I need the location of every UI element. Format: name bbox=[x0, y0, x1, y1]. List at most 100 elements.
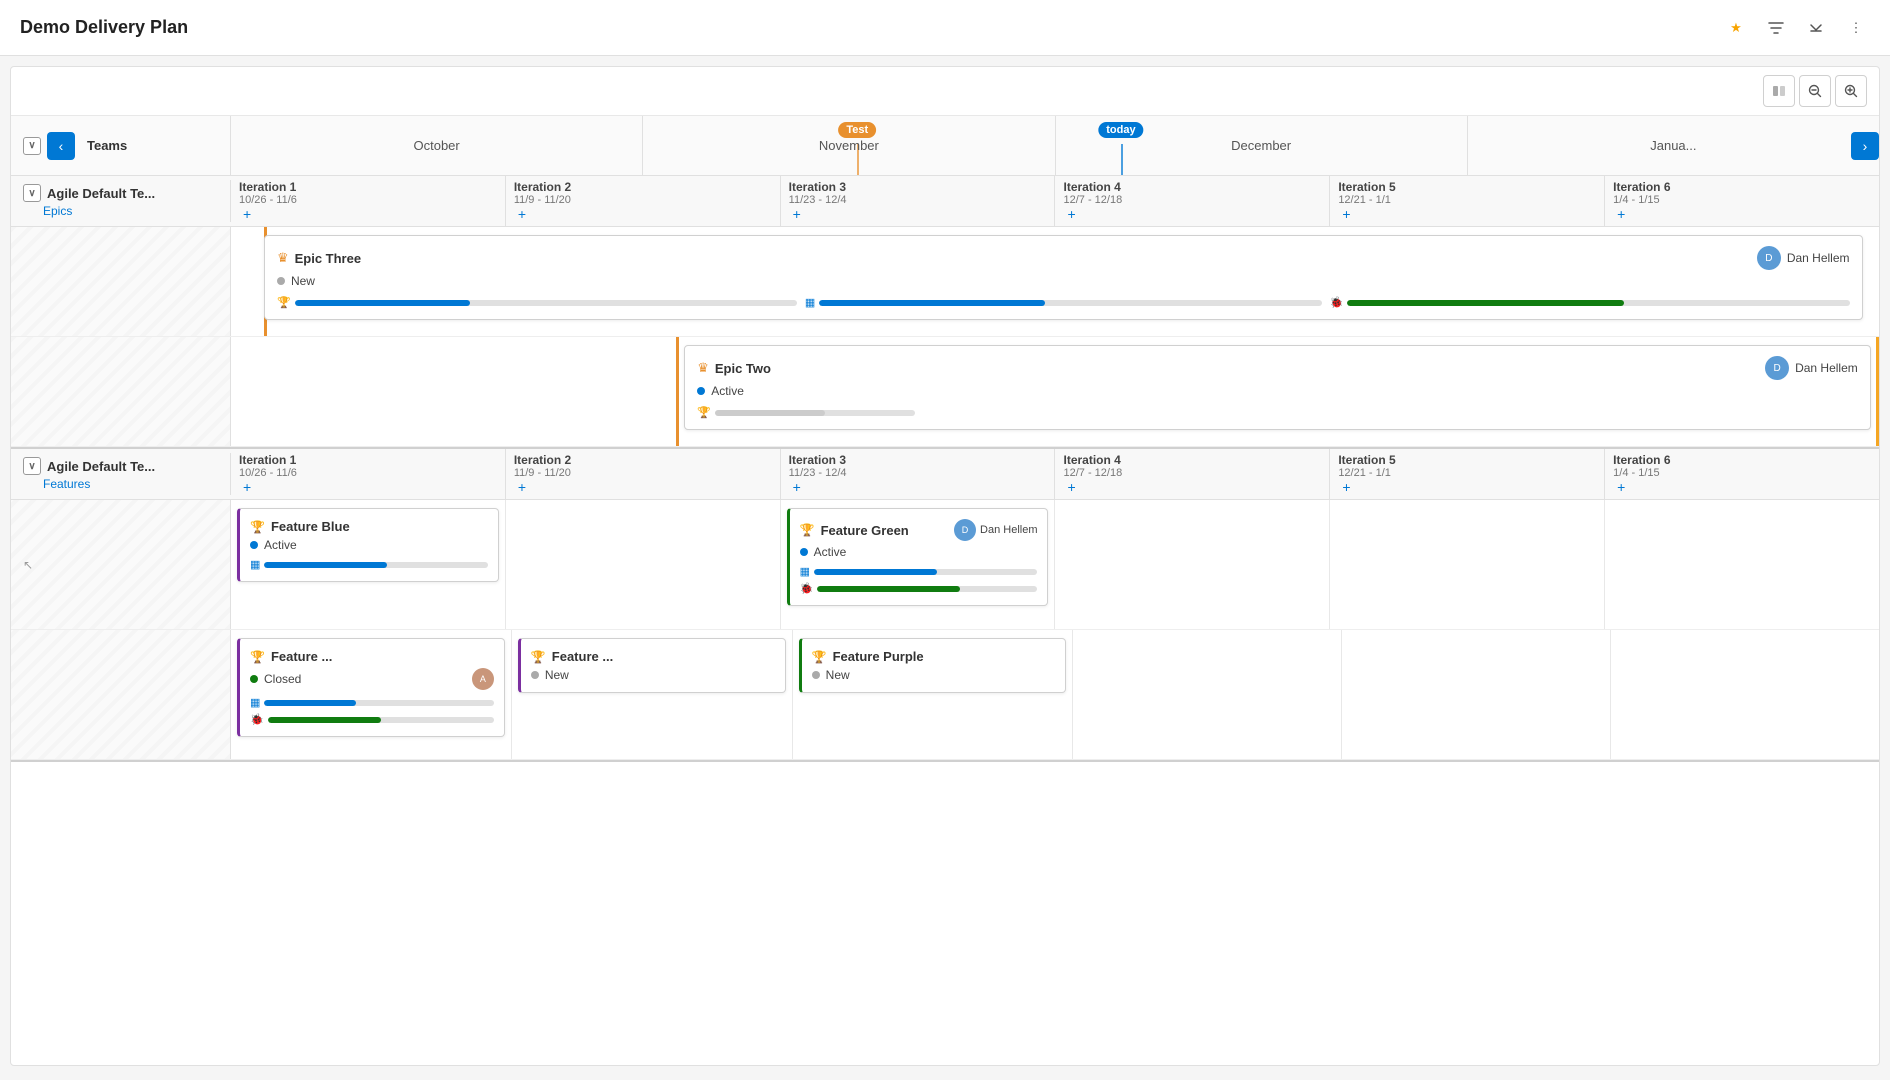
feature-blue-status-dot bbox=[250, 541, 258, 549]
cursor-indicator: ↖ bbox=[11, 558, 33, 572]
epic-two-bar-fill bbox=[715, 410, 825, 416]
month-january: Janua... bbox=[1468, 116, 1879, 175]
team2-iter6-add[interactable]: + bbox=[1617, 479, 1625, 495]
filter-icon[interactable] bbox=[1762, 14, 1790, 42]
epic-three-left bbox=[11, 227, 231, 336]
team2-iter4-add[interactable]: + bbox=[1067, 479, 1075, 495]
epic-three-avatar: D bbox=[1757, 246, 1781, 270]
teams-label: Teams bbox=[87, 138, 127, 153]
team2-iter5-add[interactable]: + bbox=[1342, 479, 1350, 495]
more-icon[interactable]: ⋮ bbox=[1842, 14, 1870, 42]
epic-three-card[interactable]: ♛ Epic Three D Dan Hellem New bbox=[264, 235, 1863, 320]
feature-blue-bars: ▦ bbox=[250, 558, 488, 571]
plan-body: ∨ ‹ Teams Test today October November bbox=[11, 116, 1879, 1062]
zoom-in-button[interactable] bbox=[1835, 75, 1867, 107]
team-section-features: ∨ Agile Default Te... Features Iteration… bbox=[11, 449, 1879, 762]
zoom-out-button[interactable] bbox=[1799, 75, 1831, 107]
feature-green-col: 🏆 Feature Green D Dan Hellem bbox=[781, 500, 1056, 629]
team1-iter2-add[interactable]: + bbox=[518, 206, 526, 222]
epic-two-card[interactable]: ♛ Epic Two D Dan Hellem Active bbox=[684, 345, 1871, 430]
feature-closed-bar-fill2 bbox=[268, 717, 381, 723]
feature-closed-bar-track2 bbox=[268, 717, 494, 723]
teams-collapse-button[interactable]: ∨ bbox=[23, 137, 41, 155]
content-area: ∨ Agile Default Te... Epics Iteration 1 … bbox=[11, 176, 1879, 1062]
team1-iter3-add[interactable]: + bbox=[793, 206, 801, 222]
feature-blue-card[interactable]: 🏆 Feature Blue Active ▦ bbox=[237, 508, 499, 582]
feature-blue-active-col bbox=[506, 500, 781, 629]
team1-iterations-row: Iteration 1 10/26 - 11/6 + Iteration 2 1… bbox=[231, 176, 1879, 226]
epic-three-status: New bbox=[291, 274, 315, 288]
features-row1-iter6-col bbox=[1605, 500, 1879, 629]
team1-iter4-add[interactable]: + bbox=[1067, 206, 1075, 222]
feature-green-assignee: Dan Hellem bbox=[980, 524, 1037, 536]
star-icon[interactable]: ★ bbox=[1722, 14, 1750, 42]
feature-closed-bug-icon: 🐞 bbox=[250, 713, 264, 726]
epic-two-bar-track bbox=[715, 410, 915, 416]
team2-iter5: Iteration 5 12/21 - 1/1 + bbox=[1330, 449, 1605, 499]
team2-collapse-button[interactable]: ∨ bbox=[23, 457, 41, 475]
feature-closed-bar-track1 bbox=[264, 700, 493, 706]
features-row2-iter6-col bbox=[1611, 630, 1879, 759]
main-container: ∨ ‹ Teams Test today October November bbox=[10, 66, 1880, 1066]
feature-new2-trophy-icon: 🏆 bbox=[531, 650, 546, 664]
feature-purple-card[interactable]: 🏆 Feature Purple New bbox=[799, 638, 1067, 693]
feature-green-title: Feature Green bbox=[821, 523, 909, 538]
team1-collapse-button[interactable]: ∨ bbox=[23, 184, 41, 202]
feature-purple-col: 🏆 Feature Purple New bbox=[793, 630, 1074, 759]
team1-sub-label[interactable]: Epics bbox=[23, 204, 218, 218]
epic-three-right: ♛ Epic Three D Dan Hellem New bbox=[231, 227, 1879, 336]
epic-two-crown-icon: ♛ bbox=[697, 360, 709, 376]
feature-new2-title: Feature ... bbox=[552, 649, 613, 664]
app-header: Demo Delivery Plan ★ ⋮ bbox=[0, 0, 1890, 56]
feature-new2-card[interactable]: 🏆 Feature ... New bbox=[518, 638, 786, 693]
feature-green-status-dot bbox=[800, 548, 808, 556]
epic-two-row: ♛ Epic Two D Dan Hellem Active bbox=[11, 337, 1879, 447]
feature-green-card[interactable]: 🏆 Feature Green D Dan Hellem bbox=[787, 508, 1049, 606]
feature-green-bar-fill1 bbox=[814, 569, 937, 575]
feature-blue-bar-track bbox=[264, 562, 487, 568]
epic-three-title: Epic Three bbox=[295, 251, 361, 266]
feature-new2-status-dot bbox=[531, 671, 539, 679]
feature-closed-status-dot bbox=[250, 675, 258, 683]
feature-closed-trophy-icon: 🏆 bbox=[250, 650, 265, 664]
team1-iter1-add[interactable]: + bbox=[243, 206, 251, 222]
features-row2-iter5-col bbox=[1342, 630, 1611, 759]
features-row1-left: ↖ bbox=[11, 500, 231, 629]
team2-iter1-add[interactable]: + bbox=[243, 479, 251, 495]
epic-two-bars: 🏆 bbox=[697, 406, 1858, 419]
team2-header-left: ∨ Agile Default Te... Features bbox=[11, 453, 231, 495]
bug-icon-1: 🐞 bbox=[1330, 296, 1344, 309]
team1-iter5-add[interactable]: + bbox=[1342, 206, 1350, 222]
toolbar bbox=[11, 67, 1879, 116]
bar-track-1 bbox=[295, 300, 797, 306]
feature-blue-trophy-icon: 🏆 bbox=[250, 520, 265, 534]
epic-two-assignee: Dan Hellem bbox=[1795, 361, 1858, 375]
features-row2-left bbox=[11, 630, 231, 759]
month-december: December bbox=[1056, 116, 1468, 175]
team1-iter2: Iteration 2 11/9 - 11/20 + bbox=[506, 176, 781, 226]
feature-purple-title: Feature Purple bbox=[833, 649, 924, 664]
feature-closed-card[interactable]: 🏆 Feature ... Closed A bbox=[237, 638, 505, 737]
epic-three-status-dot bbox=[277, 277, 285, 285]
panel-toggle-button[interactable] bbox=[1763, 75, 1795, 107]
timeline-nav-right[interactable]: › bbox=[1851, 132, 1879, 160]
feature-green-trophy-icon: 🏆 bbox=[800, 523, 815, 537]
team1-iter6-add[interactable]: + bbox=[1617, 206, 1625, 222]
months-row: Test today October November December Jan… bbox=[231, 116, 1879, 175]
feature-purple-trophy-icon: 🏆 bbox=[812, 650, 827, 664]
feature-green-avatar: D bbox=[954, 519, 976, 541]
team1-iter4: Iteration 4 12/7 - 12/18 + bbox=[1055, 176, 1330, 226]
bar-fill-3 bbox=[1347, 300, 1623, 306]
feature-green-status: Active bbox=[814, 545, 847, 559]
feature-green-bar-track2 bbox=[817, 586, 1037, 592]
features-row2-cols: 🏆 Feature ... Closed A bbox=[231, 630, 1879, 759]
features-row1-iter4-col bbox=[1055, 500, 1330, 629]
team2-header-row: ∨ Agile Default Te... Features Iteration… bbox=[11, 449, 1879, 500]
team2-iter3-add[interactable]: + bbox=[793, 479, 801, 495]
epic-three-assignee: Dan Hellem bbox=[1787, 251, 1850, 265]
timeline-nav-left[interactable]: ‹ bbox=[47, 132, 75, 160]
team2-sub-label[interactable]: Features bbox=[23, 477, 218, 491]
team2-iter2-add[interactable]: + bbox=[518, 479, 526, 495]
epic-two-right-line bbox=[1876, 337, 1879, 446]
collapse-icon[interactable] bbox=[1802, 14, 1830, 42]
